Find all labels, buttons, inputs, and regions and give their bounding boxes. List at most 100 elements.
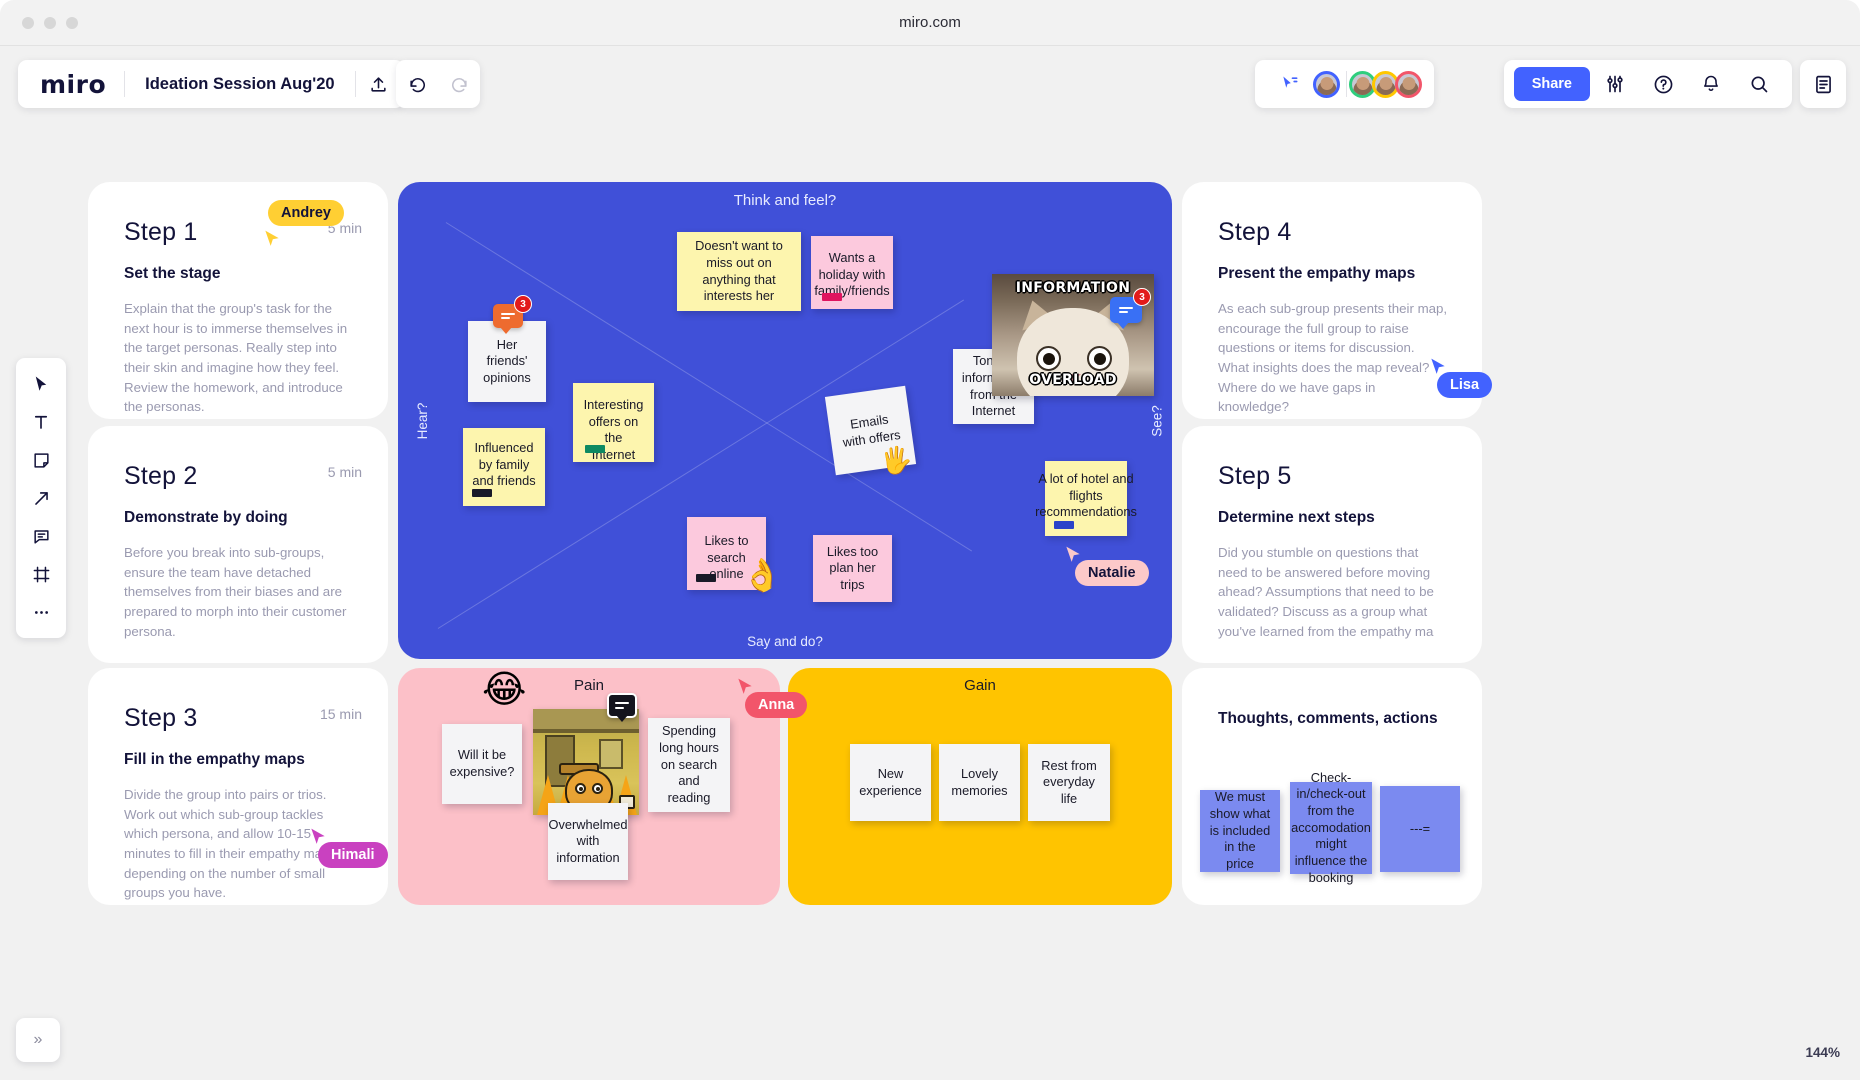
sticky-note[interactable]: Likes too plan her trips	[813, 535, 892, 602]
comment-badge[interactable]	[607, 693, 637, 722]
text-tool[interactable]	[22, 404, 60, 440]
tool-palette	[16, 358, 66, 638]
empathy-map-right-label: See?	[1149, 404, 1165, 437]
comment-icon	[1119, 304, 1133, 315]
cursor-andrey	[262, 228, 282, 250]
empathy-map-left-label: Hear?	[414, 402, 430, 439]
comment-icon	[501, 310, 515, 321]
search-icon[interactable]	[1736, 61, 1782, 107]
sticky-note[interactable]: We must show what is included in the pri…	[1200, 789, 1280, 872]
page-title: Step 4	[1218, 218, 1292, 246]
note-tag	[696, 574, 716, 582]
ellipsis-icon[interactable]	[22, 594, 60, 630]
divider	[1346, 71, 1347, 97]
sticky-note[interactable]: Will it be expensive?	[442, 724, 522, 804]
meme-this-is-fine[interactable]	[533, 709, 639, 815]
comment-badge[interactable]: 3	[493, 295, 532, 334]
question-circle-icon[interactable]	[1640, 61, 1686, 107]
step-duration: 5 min	[327, 464, 362, 480]
sticky-note-tool[interactable]	[22, 442, 60, 478]
nametag-anna: Anna	[745, 692, 808, 718]
sliders-icon[interactable]	[1592, 61, 1638, 107]
bell-icon[interactable]	[1688, 61, 1734, 107]
share-button[interactable]: Share	[1513, 67, 1590, 101]
step-body: As each sub-group presents their map, en…	[1218, 301, 1448, 415]
note-tag	[585, 445, 605, 453]
joy-emoji: 😂	[482, 667, 527, 711]
redo-icon[interactable]	[438, 61, 480, 107]
note-tag	[472, 489, 492, 497]
comment-badge[interactable]: 3	[1110, 288, 1151, 329]
select-tool[interactable]	[22, 366, 60, 402]
upload-icon[interactable]	[356, 61, 402, 107]
board-toolbar-left: miro Ideation Session Aug'20	[18, 60, 404, 108]
gain-title: Gain	[964, 677, 996, 694]
sticky-note[interactable]: Influenced by family and friends	[463, 428, 545, 506]
step-body: Explain that the group's task for the ne…	[124, 301, 348, 415]
collaborators-bar	[1255, 60, 1434, 108]
pain-title: Pain	[573, 677, 605, 694]
sticky-note[interactable]: Lovely memories	[939, 744, 1020, 821]
step-subtitle: Demonstrate by doing	[124, 509, 288, 526]
sticky-note[interactable]: Overwhelmed with information	[548, 803, 628, 880]
arrow-diagonal-icon[interactable]	[22, 480, 60, 516]
sticky-note[interactable]: Interesting offers on the Internet	[573, 383, 654, 462]
cursor-share-icon[interactable]	[1267, 61, 1313, 107]
step-subtitle: Fill in the empathy maps	[124, 751, 305, 768]
nametag-andrey: Andrey	[268, 200, 344, 226]
step-body: Before you break into sub-groups, ensure…	[124, 545, 347, 639]
avatar[interactable]	[1395, 70, 1422, 98]
avatar-list[interactable]	[1313, 70, 1422, 98]
step-body: Did you stumble on questions that need t…	[1218, 545, 1434, 639]
page-title: Step 5	[1218, 462, 1292, 490]
undo-redo-group	[396, 60, 480, 108]
sticky-note[interactable]: Rest from everyday life	[1028, 744, 1110, 821]
comment-count: 3	[514, 295, 532, 313]
sticky-note[interactable]: A lot of hotel and flights recommendatio…	[1035, 461, 1137, 536]
thoughts-title: Thoughts, comments, actions	[1218, 710, 1438, 727]
step-subtitle: Set the stage	[124, 265, 221, 282]
step-duration: 15 min	[319, 706, 362, 722]
meme-caption-top: INFORMATION	[1015, 280, 1131, 296]
note-tag	[822, 293, 842, 301]
browser-chrome: miro.com	[0, 0, 1860, 46]
step-subtitle: Present the empathy maps	[1218, 265, 1416, 282]
sticky-note[interactable]: New experience	[850, 744, 931, 821]
sticky-note[interactable]: Doesn't want to miss out on anything tha…	[677, 232, 801, 311]
nametag-natalie: Natalie	[1075, 560, 1149, 586]
meme-roofline	[533, 729, 639, 733]
board-title[interactable]: Ideation Session Aug'20	[125, 75, 354, 94]
url-bar[interactable]: miro.com	[0, 0, 1860, 46]
sticky-note[interactable]: Spending long hours on search and readin…	[648, 718, 730, 812]
step-subtitle: Determine next steps	[1218, 509, 1375, 526]
frame-tool[interactable]	[22, 556, 60, 592]
empathy-map-bottom-label: Say and do?	[747, 634, 823, 649]
empathy-map-top-label: Think and feel?	[733, 192, 837, 209]
cat-eye	[1036, 346, 1061, 371]
note-tag	[1054, 521, 1074, 529]
board-actions-bar: Share	[1503, 60, 1792, 108]
meme-caption-bottom: OVERLOAD	[1029, 372, 1117, 388]
miro-logo[interactable]: miro	[20, 70, 124, 99]
card-step-2[interactable]: Step 2 5 min Demonstrate by doing Before…	[88, 426, 388, 663]
ok-hand-emoji: 👌	[742, 556, 782, 594]
comment-icon[interactable]	[22, 518, 60, 554]
sticky-note[interactable]: ---=	[1380, 786, 1460, 872]
sticky-note[interactable]: Wants a holiday with family/friends	[811, 236, 893, 309]
collapse-panel-button[interactable]: »	[16, 1018, 60, 1062]
undo-icon[interactable]	[396, 61, 438, 107]
hand-cursor: 🖐	[880, 446, 913, 476]
card-step-3[interactable]: Step 3 15 min Fill in the empathy maps D…	[88, 668, 388, 905]
meme-information-overload[interactable]: INFORMATION OVERLOAD	[992, 274, 1154, 396]
notes-panel-icon[interactable]	[1800, 60, 1846, 108]
meme-picture-frame	[599, 739, 623, 769]
card-step-5[interactable]: Step 5 Determine next steps Did you stum…	[1182, 426, 1482, 663]
sticky-note[interactable]: Check-in/check-out from the accomodation…	[1290, 770, 1372, 885]
nametag-lisa: Lisa	[1437, 372, 1493, 398]
avatar[interactable]	[1313, 70, 1340, 98]
miro-canvas[interactable]: miro Ideation Session Aug'20 Share » 144…	[0, 46, 1860, 1080]
zoom-level[interactable]: 144%	[1805, 1045, 1840, 1060]
cat-eye	[1087, 346, 1112, 371]
card-thoughts[interactable]: Thoughts, comments, actions We must show…	[1182, 668, 1482, 905]
comment-icon	[615, 700, 629, 711]
